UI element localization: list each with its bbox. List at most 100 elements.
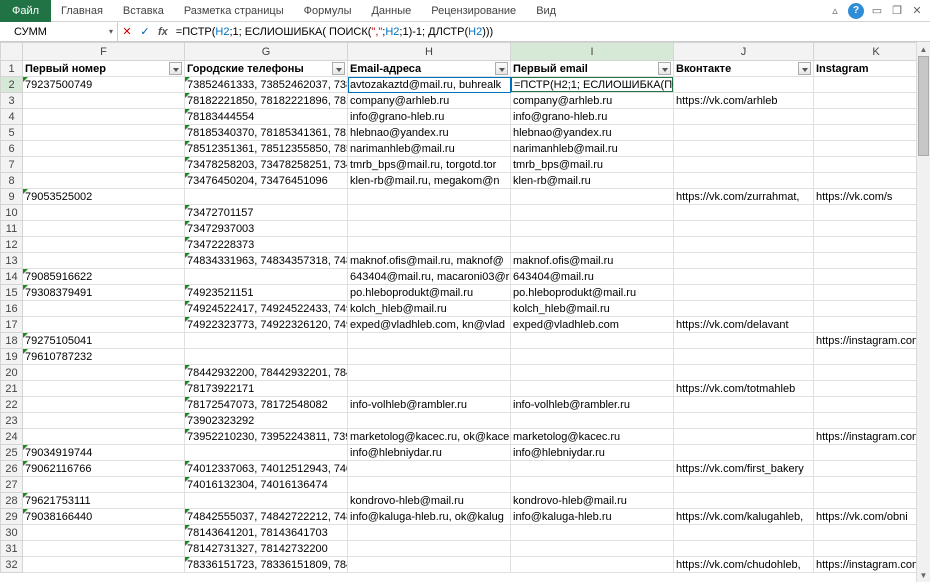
cell-I9[interactable] [511,189,674,205]
cell-F22[interactable] [23,397,185,413]
ribbon-tab-Главная[interactable]: Главная [51,2,113,20]
cell-I8[interactable]: klen-rb@mail.ru [511,173,674,189]
name-box-dropdown-icon[interactable]: ▾ [109,27,113,36]
ribbon-min-icon[interactable]: ▵ [828,4,842,18]
row-header-2[interactable]: 2 [1,77,23,93]
row-header-19[interactable]: 19 [1,349,23,365]
cell-J2[interactable] [674,77,814,93]
cell-H13[interactable]: maknof.ofis@mail.ru, maknof@ [348,253,511,269]
cell-H7[interactable]: tmrb_bps@mail.ru, torgotd.tor [348,157,511,173]
cell-I24[interactable]: marketolog@kacec.ru [511,429,674,445]
cell-G29[interactable]: 74842555037, 74842722212, 7484 [185,509,348,525]
cell-H29[interactable]: info@kaluga-hleb.ru, ok@kalug [348,509,511,525]
cell-G21[interactable]: 78173922171 [185,381,348,397]
cell-H14[interactable]: 643404@mail.ru, macaroni03@r [348,269,511,285]
cell-G32[interactable]: 78336151723, 78336151809, 78454563424, 7… [185,557,348,573]
cell-F18[interactable]: 79275105041 [23,333,185,349]
cell-K9[interactable]: https://vk.com/s [814,189,930,205]
cell-F21[interactable] [23,381,185,397]
cell-F19[interactable]: 79610787232 [23,349,185,365]
cell-I19[interactable] [511,349,674,365]
cell-F32[interactable] [23,557,185,573]
file-tab[interactable]: Файл [0,0,51,22]
row-header-7[interactable]: 7 [1,157,23,173]
cell-F12[interactable] [23,237,185,253]
cell-I23[interactable] [511,413,674,429]
cell-G12[interactable]: 73472228373 [185,237,348,253]
cell-J22[interactable] [674,397,814,413]
row-header-14[interactable]: 14 [1,269,23,285]
scroll-thumb[interactable] [918,56,929,156]
cell-K15[interactable] [814,285,930,301]
cell-H23[interactable] [348,413,511,429]
cell-J15[interactable] [674,285,814,301]
cell-H10[interactable] [348,205,511,221]
cell-G17[interactable]: 74922323773, 74922326120, 7492 [185,317,348,333]
cell-F14[interactable]: 79085916622 [23,269,185,285]
cell-G24[interactable]: 73952210230, 73952243811, 7395 [185,429,348,445]
cell-G11[interactable]: 73472937003 [185,221,348,237]
cell-I15[interactable]: po.hleboprodukt@mail.ru [511,285,674,301]
cell-I26[interactable] [511,461,674,477]
cell-I30[interactable] [511,525,674,541]
cell-G8[interactable]: 73476450204, 73476451096 [185,173,348,189]
row-header-12[interactable]: 12 [1,237,23,253]
row-header-3[interactable]: 3 [1,93,23,109]
cell-H4[interactable]: info@grano-hleb.ru [348,109,511,125]
ribbon-tab-Разметка страницы[interactable]: Разметка страницы [174,2,294,20]
cell-F10[interactable] [23,205,185,221]
cell-H28[interactable]: kondrovo-hleb@mail.ru [348,493,511,509]
cell-J32[interactable]: https://vk.com/chudohleb, [674,557,814,573]
cell-K20[interactable] [814,365,930,381]
cell-G2[interactable]: 73852461333, 73852462037, 7385 [185,77,348,93]
cell-G19[interactable] [185,349,348,365]
cell-K25[interactable] [814,445,930,461]
cell-J14[interactable] [674,269,814,285]
cell-H5[interactable]: hlebnao@yandex.ru [348,125,511,141]
cell-G16[interactable]: 74924522417, 74924522433, 7492 [185,301,348,317]
cell-K17[interactable] [814,317,930,333]
cell-H21[interactable] [348,381,511,397]
cell-F16[interactable] [23,301,185,317]
row-header-6[interactable]: 6 [1,141,23,157]
column-header-K[interactable]: K [814,43,930,61]
cell-J13[interactable] [674,253,814,269]
ribbon-tab-Вид[interactable]: Вид [526,2,566,20]
vertical-scrollbar[interactable]: ▲ ▼ [916,42,930,582]
cell-G25[interactable] [185,445,348,461]
row-header-13[interactable]: 13 [1,253,23,269]
cell-K18[interactable]: https://instagram.com [814,333,930,349]
cell-G4[interactable]: 78183444554 [185,109,348,125]
row-header-8[interactable]: 8 [1,173,23,189]
cell-K13[interactable] [814,253,930,269]
cell-J11[interactable] [674,221,814,237]
cell-H25[interactable]: info@hlebniydar.ru [348,445,511,461]
fx-icon[interactable]: fx [154,26,172,38]
cell-K30[interactable] [814,525,930,541]
cell-F25[interactable]: 79034919744 [23,445,185,461]
cell-K16[interactable] [814,301,930,317]
cell-K29[interactable]: https://vk.com/obni [814,509,930,525]
cell-J3[interactable]: https://vk.com/arhleb [674,93,814,109]
cell-G13[interactable]: 74834331963, 74834357318, 7483 [185,253,348,269]
cell-G27[interactable]: 74016132304, 74016136474 [185,477,348,493]
scroll-down-icon[interactable]: ▼ [917,568,930,582]
row-header-1[interactable]: 1 [1,61,23,77]
cell-K11[interactable] [814,221,930,237]
cell-I11[interactable] [511,221,674,237]
cell-F9[interactable]: 79053525002 [23,189,185,205]
cell-J26[interactable]: https://vk.com/first_bakery [674,461,814,477]
cell-G15[interactable]: 74923521151 [185,285,348,301]
cell-H17[interactable]: exped@vladhleb.com, kn@vlad [348,317,511,333]
cell-I20[interactable] [511,365,674,381]
cell-F3[interactable] [23,93,185,109]
cell-H12[interactable] [348,237,511,253]
row-header-32[interactable]: 32 [1,557,23,573]
enter-icon[interactable]: ✓ [136,25,154,38]
cell-I10[interactable] [511,205,674,221]
cell-F11[interactable] [23,221,185,237]
cancel-icon[interactable]: ✕ [118,25,136,38]
filter-icon[interactable] [169,62,182,75]
cell-I21[interactable] [511,381,674,397]
cell-F7[interactable] [23,157,185,173]
